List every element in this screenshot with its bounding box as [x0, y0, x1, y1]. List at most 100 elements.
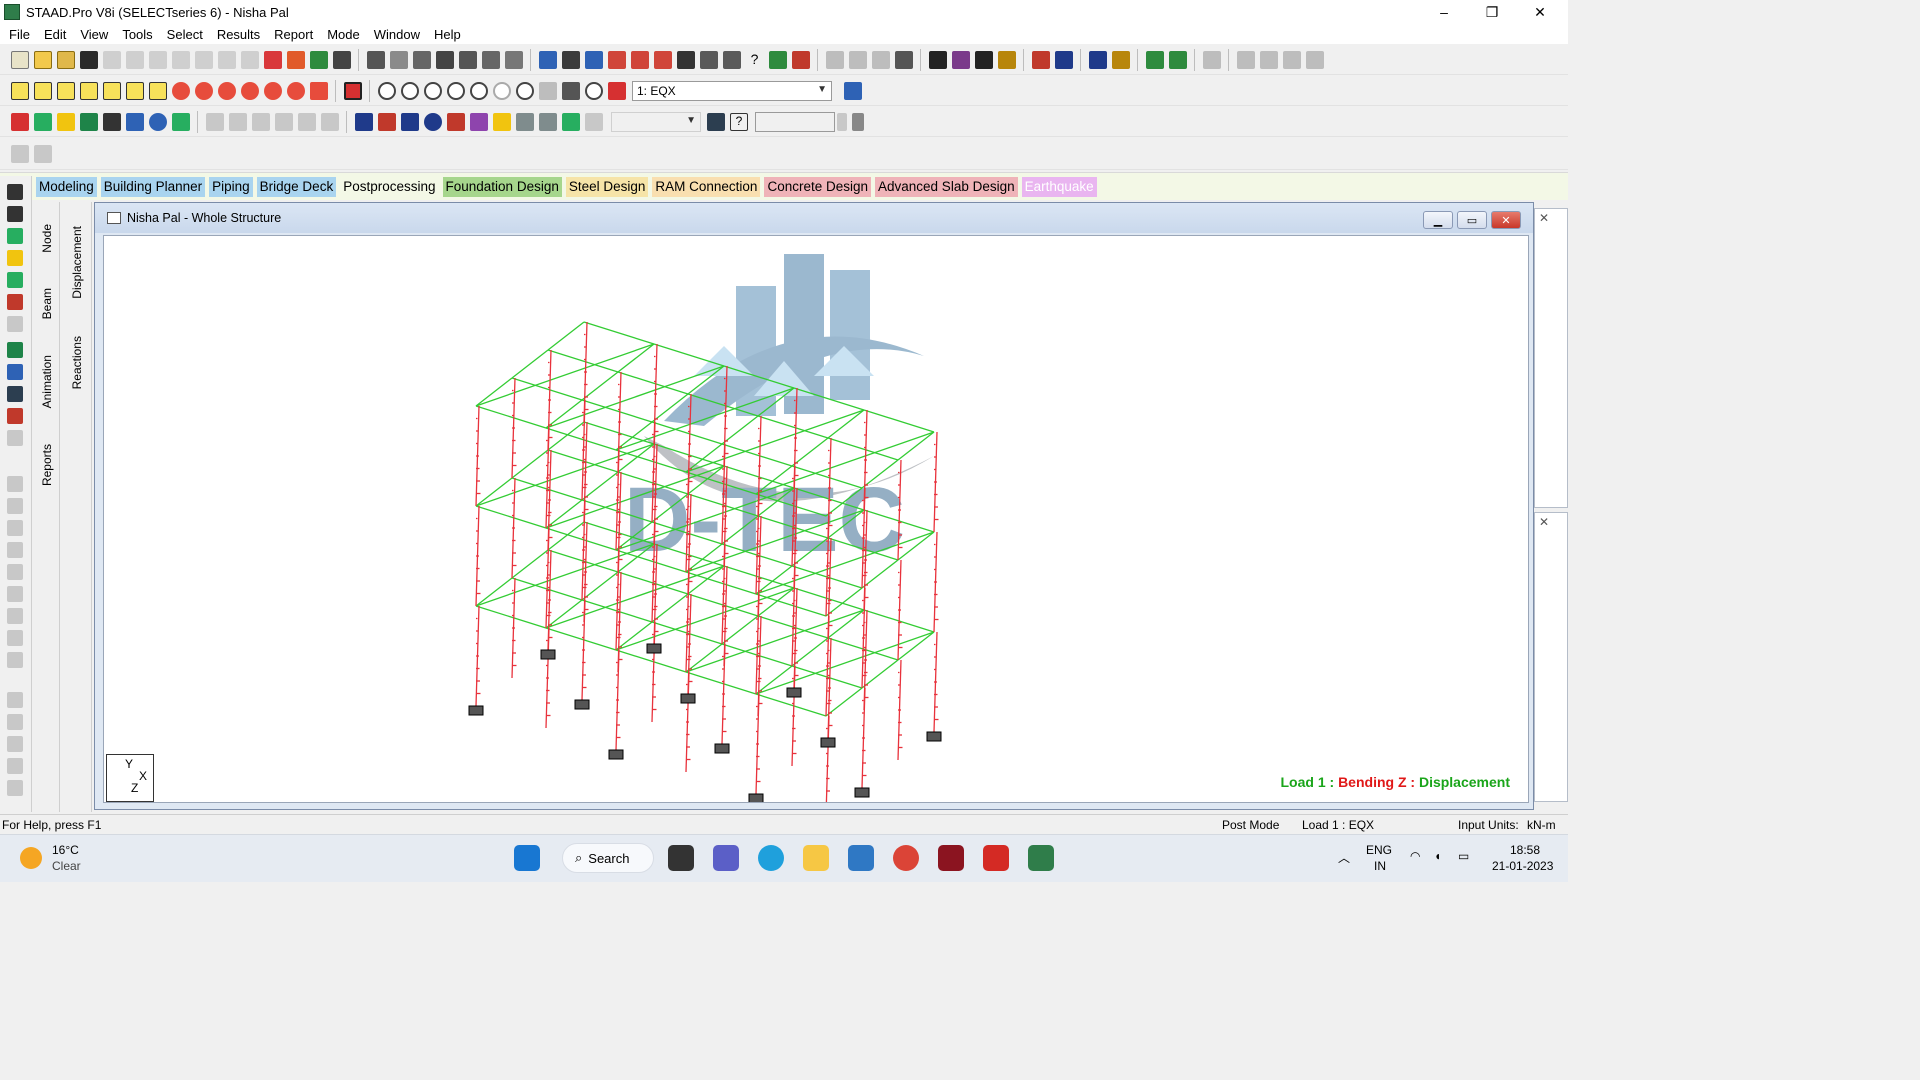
- grayed-tool-u-icon[interactable]: [7, 652, 23, 668]
- new-window-icon[interactable]: [538, 50, 557, 69]
- menu-view[interactable]: View: [73, 27, 115, 42]
- beam-z[interactable]: [827, 409, 865, 439]
- fixed-support[interactable]: [854, 787, 870, 798]
- beam-x[interactable]: [475, 505, 547, 529]
- weather-moon-icon[interactable]: [20, 847, 42, 869]
- tab-earthquake[interactable]: Earthquake: [1021, 176, 1097, 197]
- beam-x[interactable]: [685, 671, 757, 695]
- rotate-right-icon[interactable]: [240, 81, 259, 100]
- beam-z[interactable]: [545, 499, 583, 529]
- rotate-up-icon[interactable]: [171, 81, 190, 100]
- beam-z[interactable]: [685, 643, 723, 673]
- redo-more-icon[interactable]: [240, 50, 259, 69]
- beam-x[interactable]: [475, 605, 547, 629]
- fixed-support[interactable]: [714, 743, 730, 754]
- spin-left-icon[interactable]: [263, 81, 282, 100]
- surfaces-icon[interactable]: [125, 112, 144, 131]
- tab-modeling[interactable]: Modeling: [36, 176, 97, 197]
- start-windows-icon[interactable]: [514, 845, 540, 871]
- solids-icon[interactable]: [102, 112, 121, 131]
- zoom-grayed-icon[interactable]: [492, 81, 511, 100]
- print-preview-icon[interactable]: [389, 50, 408, 69]
- beam-z[interactable]: [511, 549, 549, 579]
- tab-ram-connection[interactable]: RAM Connection: [652, 176, 761, 197]
- fixed-support[interactable]: [646, 643, 662, 654]
- grayed-tool-m-icon[interactable]: [7, 476, 23, 492]
- fixed-support[interactable]: [748, 793, 764, 803]
- beam-z[interactable]: [791, 637, 829, 667]
- deflection-icon[interactable]: [1031, 50, 1050, 69]
- beam-graph-icon[interactable]: [7, 386, 23, 402]
- beam-z[interactable]: [581, 371, 619, 401]
- tray-region[interactable]: IN: [1374, 859, 1386, 873]
- taskbar-search[interactable]: ⌕ Search: [562, 843, 654, 873]
- arch-icon[interactable]: [928, 50, 947, 69]
- shear-z-icon[interactable]: [400, 112, 419, 131]
- moment-z-icon[interactable]: [469, 112, 488, 131]
- menu-help[interactable]: Help: [427, 27, 468, 42]
- iso-view-icon[interactable]: [10, 81, 29, 100]
- app-red-icon[interactable]: [938, 845, 964, 871]
- beam-x[interactable]: [755, 593, 827, 617]
- beam-z[interactable]: [651, 593, 689, 623]
- tab-postprocessing[interactable]: Postprocessing: [340, 176, 439, 197]
- grayed-e-icon[interactable]: [297, 112, 316, 131]
- report-setup-icon[interactable]: [458, 50, 477, 69]
- beam-z[interactable]: [615, 421, 653, 451]
- grayed-tool-z-icon[interactable]: [7, 780, 23, 796]
- beam-x[interactable]: [545, 627, 617, 651]
- zoom-prev-icon[interactable]: [469, 81, 488, 100]
- delete-icon[interactable]: [171, 50, 190, 69]
- scale-input[interactable]: [754, 111, 835, 132]
- tab-advanced-slab-design[interactable]: Advanced Slab Design: [875, 176, 1018, 197]
- fixed-support[interactable]: [820, 737, 836, 748]
- tray-lang[interactable]: ENG: [1366, 843, 1392, 857]
- side-window-2-close-icon[interactable]: ✕: [1535, 513, 1567, 531]
- front-view-icon[interactable]: [33, 81, 52, 100]
- beam-z[interactable]: [897, 431, 935, 461]
- tab-displacement[interactable]: Displacement: [66, 210, 88, 314]
- side-window-1[interactable]: ✕: [1534, 208, 1568, 508]
- plus-icon[interactable]: [7, 408, 23, 424]
- beam-z[interactable]: [545, 399, 583, 429]
- graphics-viewport[interactable]: D-TEC Y X Z Load 1 : Bending Z : Displac…: [103, 235, 1529, 803]
- grayed-d-icon[interactable]: [274, 112, 293, 131]
- restore-button[interactable]: ❐: [1468, 0, 1516, 24]
- task-view-icon[interactable]: [668, 845, 694, 871]
- tab-animation[interactable]: Animation: [36, 342, 58, 422]
- volume-icon[interactable]: ◖: [1434, 849, 1441, 863]
- grayed-g-icon[interactable]: [515, 112, 534, 131]
- i-beam-icon[interactable]: [1088, 50, 1107, 69]
- side-window-1-close-icon[interactable]: ✕: [1535, 209, 1567, 227]
- edge-browser-icon[interactable]: [758, 845, 784, 871]
- print-current-icon[interactable]: [412, 50, 431, 69]
- download-icon[interactable]: [852, 112, 864, 131]
- section-table-icon[interactable]: [1111, 50, 1130, 69]
- spinner-icon[interactable]: [837, 112, 847, 131]
- rendering-icon[interactable]: [607, 81, 626, 100]
- menu-report[interactable]: Report: [267, 27, 320, 42]
- side-window-2[interactable]: ✕: [1534, 512, 1568, 802]
- geometry-icon[interactable]: [148, 112, 167, 131]
- ring-icon[interactable]: [974, 50, 993, 69]
- beam-z[interactable]: [475, 377, 513, 407]
- grayed-f-icon[interactable]: [320, 112, 339, 131]
- tab-beam[interactable]: Beam: [36, 274, 58, 334]
- tab-piping[interactable]: Piping: [209, 176, 253, 197]
- take-picture-icon[interactable]: [435, 50, 454, 69]
- axial-force-icon[interactable]: [354, 112, 373, 131]
- weather-condition[interactable]: Clear: [52, 859, 81, 873]
- run-analysis-icon[interactable]: [286, 50, 305, 69]
- structure-wizard-icon[interactable]: [309, 50, 328, 69]
- beam-z[interactable]: [511, 449, 549, 479]
- beam-z[interactable]: [825, 587, 863, 617]
- beam-z[interactable]: [791, 437, 829, 467]
- display-window-icon[interactable]: [538, 81, 557, 100]
- fixed-support[interactable]: [680, 693, 696, 704]
- beam-z[interactable]: [617, 343, 655, 373]
- orientation-icon[interactable]: [309, 81, 328, 100]
- grayed-a-icon[interactable]: [205, 112, 224, 131]
- staad-app-icon[interactable]: [4, 4, 20, 20]
- text-annotation-icon[interactable]: [791, 50, 810, 69]
- zoom-extents-icon[interactable]: [343, 81, 362, 100]
